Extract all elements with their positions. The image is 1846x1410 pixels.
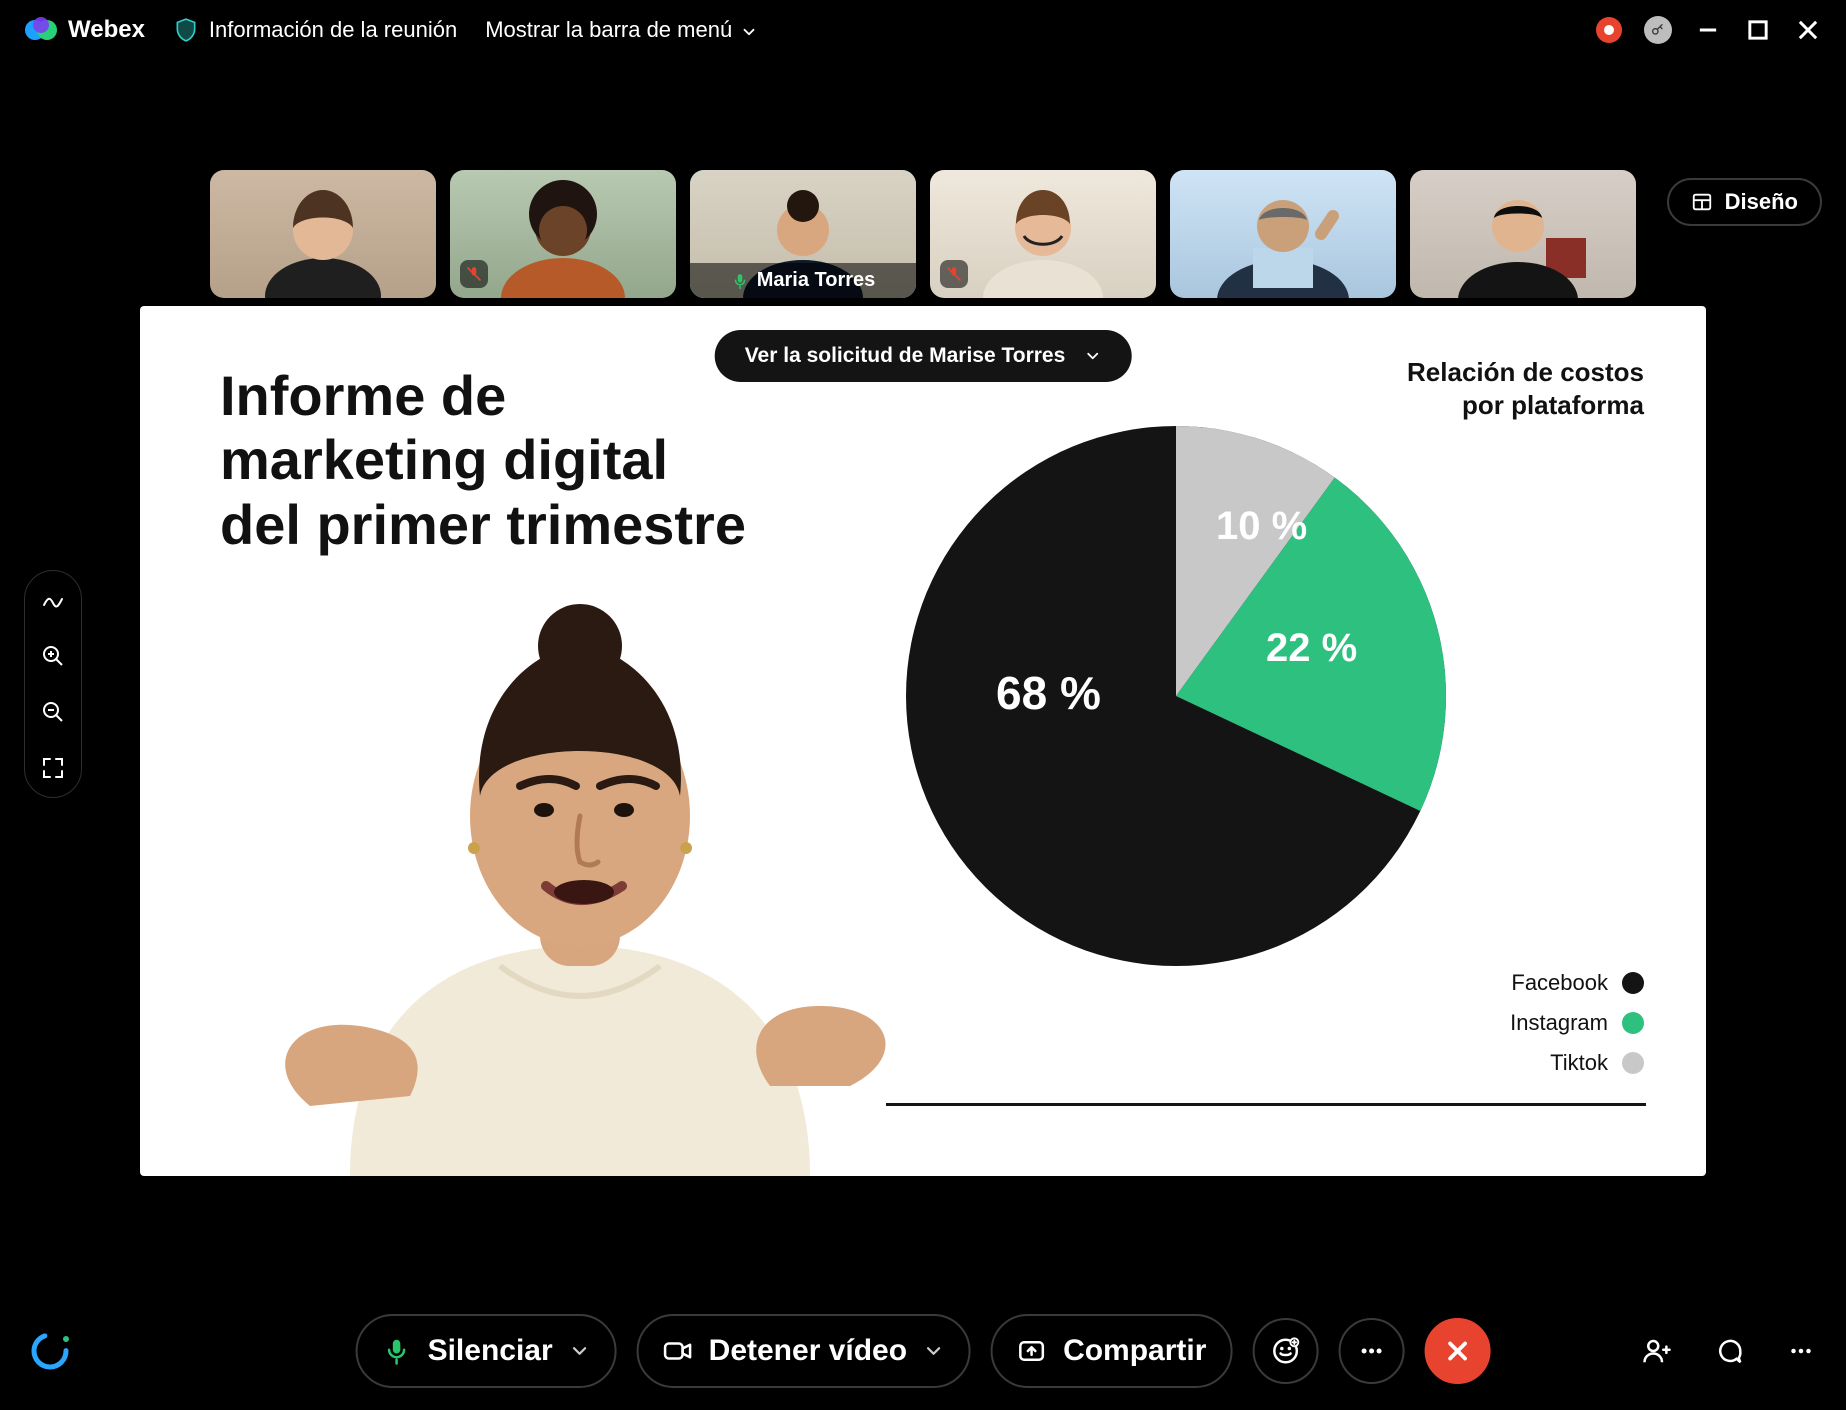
show-menubar-label: Mostrar la barra de menú bbox=[485, 17, 732, 43]
titlebar: Webex Información de la reunión Mostrar … bbox=[0, 0, 1846, 60]
chart-title-line: Relación de costos bbox=[1407, 356, 1644, 389]
mute-button[interactable]: Silenciar bbox=[356, 1314, 617, 1388]
participant-tile[interactable] bbox=[930, 170, 1156, 298]
participant-tile[interactable] bbox=[450, 170, 676, 298]
window-maximize-button[interactable] bbox=[1744, 16, 1772, 44]
legend-swatch bbox=[1622, 1052, 1644, 1074]
camera-icon bbox=[663, 1336, 693, 1366]
meeting-info-label: Información de la reunión bbox=[209, 17, 457, 43]
pie-chart: 68 % 22 % 10 % bbox=[906, 426, 1446, 966]
shared-content: Ver la solicitud de Marise Torres Inform… bbox=[140, 306, 1706, 1176]
slide-title-line: Informe de bbox=[220, 364, 746, 428]
chart-legend: Facebook Instagram Tiktok bbox=[1510, 970, 1644, 1076]
legend-item: Instagram bbox=[1510, 1010, 1644, 1036]
avatar bbox=[1458, 178, 1588, 298]
chevron-down-icon[interactable] bbox=[569, 1340, 591, 1362]
stop-video-label: Detener vídeo bbox=[709, 1334, 907, 1368]
share-screen-icon bbox=[1017, 1336, 1047, 1366]
legend-rule bbox=[886, 1103, 1646, 1106]
chevron-down-icon[interactable] bbox=[923, 1340, 945, 1362]
show-menubar-button[interactable]: Mostrar la barra de menú bbox=[485, 17, 758, 43]
chat-button[interactable] bbox=[1712, 1334, 1746, 1368]
view-request-label: Ver la solicitud de Marise Torres bbox=[745, 344, 1066, 368]
shield-icon bbox=[173, 17, 199, 43]
legend-item: Tiktok bbox=[1550, 1050, 1644, 1076]
meeting-controls: Silenciar Detener vídeo Compartir bbox=[0, 1292, 1846, 1410]
layout-button-label: Diseño bbox=[1725, 189, 1798, 215]
share-button-label: Compartir bbox=[1063, 1334, 1206, 1368]
slide-title-line: del primer trimestre bbox=[220, 493, 746, 557]
legend-swatch bbox=[1622, 1012, 1644, 1034]
reactions-button[interactable] bbox=[1252, 1318, 1318, 1384]
fit-to-window-button[interactable] bbox=[38, 753, 68, 783]
participant-tile[interactable] bbox=[1410, 170, 1636, 298]
participant-tile-active[interactable]: Maria Torres bbox=[690, 170, 916, 298]
legend-label: Facebook bbox=[1511, 970, 1608, 996]
avatar bbox=[258, 178, 388, 298]
chevron-down-icon bbox=[740, 21, 758, 39]
meeting-controls-right bbox=[1640, 1334, 1818, 1368]
more-options-icon[interactable] bbox=[1784, 1334, 1818, 1368]
layout-button[interactable]: Diseño bbox=[1667, 178, 1822, 226]
encryption-indicator[interactable] bbox=[1644, 16, 1672, 44]
pie-slice-label: 10 % bbox=[1216, 504, 1307, 549]
meeting-info-button[interactable]: Información de la reunión bbox=[173, 17, 457, 43]
participant-tile[interactable] bbox=[1170, 170, 1396, 298]
app-logo: Webex bbox=[24, 13, 145, 47]
meeting-controls-center: Silenciar Detener vídeo Compartir bbox=[356, 1314, 1491, 1388]
layout-grid-icon bbox=[1691, 191, 1713, 213]
avatar bbox=[1213, 178, 1353, 298]
microphone-icon bbox=[731, 272, 749, 290]
pie-slice-label: 22 % bbox=[1266, 626, 1357, 671]
zoom-in-button[interactable] bbox=[38, 641, 68, 671]
window-minimize-button[interactable] bbox=[1694, 16, 1722, 44]
slide-title-line: marketing digital bbox=[220, 428, 746, 492]
chart-title: Relación de costos por plataforma bbox=[1407, 356, 1644, 421]
presenter-overlay bbox=[200, 586, 960, 1176]
more-options-button[interactable] bbox=[1338, 1318, 1404, 1384]
share-button[interactable]: Compartir bbox=[991, 1314, 1232, 1388]
zoom-out-button[interactable] bbox=[38, 697, 68, 727]
active-speaker-namebar: Maria Torres bbox=[690, 263, 916, 298]
microphone-icon bbox=[382, 1336, 412, 1366]
muted-indicator bbox=[940, 260, 968, 288]
chart-title-line: por plataforma bbox=[1407, 389, 1644, 422]
ai-assistant-icon[interactable] bbox=[28, 1329, 72, 1373]
participants-button[interactable] bbox=[1640, 1334, 1674, 1368]
annotate-button[interactable] bbox=[38, 585, 68, 615]
titlebar-right bbox=[1596, 16, 1822, 44]
end-call-button[interactable] bbox=[1424, 1318, 1490, 1384]
record-indicator[interactable] bbox=[1596, 17, 1622, 43]
annotation-toolbar bbox=[24, 570, 82, 798]
webex-logo-icon bbox=[24, 13, 58, 47]
legend-swatch bbox=[1622, 972, 1644, 994]
participant-tile[interactable] bbox=[210, 170, 436, 298]
view-request-button[interactable]: Ver la solicitud de Marise Torres bbox=[715, 330, 1132, 382]
chevron-down-icon bbox=[1083, 347, 1101, 365]
active-speaker-name: Maria Torres bbox=[757, 269, 876, 292]
pie-slice-label: 68 % bbox=[996, 666, 1101, 720]
avatar bbox=[978, 178, 1108, 298]
filmstrip: Maria Torres bbox=[0, 170, 1846, 298]
muted-indicator bbox=[460, 260, 488, 288]
slide-title: Informe de marketing digital del primer … bbox=[220, 364, 746, 557]
stop-video-button[interactable]: Detener vídeo bbox=[637, 1314, 971, 1388]
window-close-button[interactable] bbox=[1794, 16, 1822, 44]
legend-label: Tiktok bbox=[1550, 1050, 1608, 1076]
legend-label: Instagram bbox=[1510, 1010, 1608, 1036]
legend-item: Facebook bbox=[1511, 970, 1644, 996]
avatar bbox=[498, 178, 628, 298]
app-name: Webex bbox=[68, 16, 145, 44]
mute-button-label: Silenciar bbox=[428, 1334, 553, 1368]
